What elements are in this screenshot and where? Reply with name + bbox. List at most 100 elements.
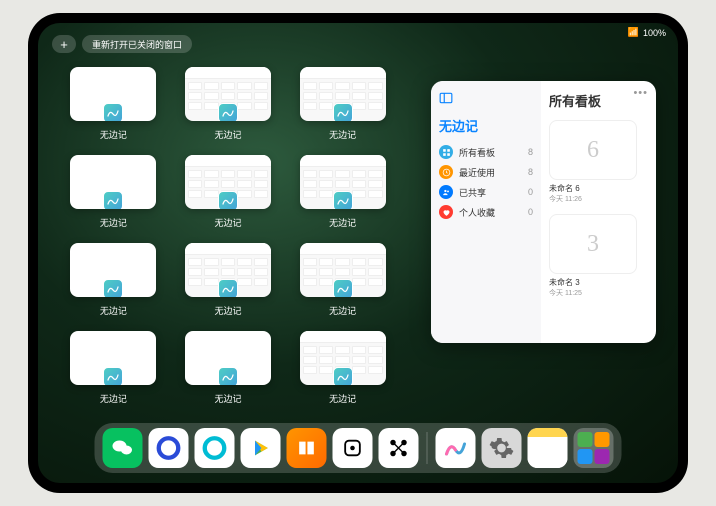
reopen-closed-window-button[interactable]: 重新打开已关闭的窗口 [82, 35, 192, 53]
window-label: 无边记 [100, 216, 127, 229]
clock-icon [439, 165, 453, 179]
window-label: 无边记 [214, 392, 241, 405]
sidebar-toggle-icon[interactable] [439, 91, 453, 105]
sidebar-item-label: 最近使用 [459, 166, 495, 179]
heart-icon [439, 205, 453, 219]
sidebar-item-grid[interactable]: 所有看板 8 [439, 145, 533, 159]
window-label: 无边记 [100, 128, 127, 141]
window-label: 无边记 [100, 304, 127, 317]
sidebar-item-count: 0 [528, 187, 533, 197]
freeform-app-icon [103, 191, 123, 209]
window-label: 无边记 [214, 216, 241, 229]
freeform-sidebar: 无边记 所有看板 8 最近使用 8 已共享0 个人收藏 0 [431, 81, 541, 343]
window-thumbnail[interactable]: 无边记 [297, 67, 388, 141]
board-thumbnail: 3 [549, 214, 637, 274]
window-thumbnail[interactable]: 无边记 [183, 155, 274, 229]
window-thumbnail[interactable]: 无边记 [297, 243, 388, 317]
more-icon[interactable]: ••• [633, 87, 648, 99]
dock [95, 423, 622, 473]
dock-app-play[interactable] [241, 428, 281, 468]
sidebar-item-label: 所有看板 [459, 146, 495, 159]
window-preview [70, 155, 156, 209]
screen: 📶 100% + 重新打开已关闭的窗口 无边记无边记无边记无边记无边记无边记无边… [38, 23, 678, 483]
freeform-app-icon [103, 103, 123, 121]
window-thumbnail[interactable]: 无边记 [297, 331, 388, 405]
dock-app-dice[interactable] [333, 428, 373, 468]
window-preview [300, 155, 386, 209]
sidebar-item-count: 8 [528, 167, 533, 177]
dock-app-wechat[interactable] [103, 428, 143, 468]
dock-recent-freeform[interactable] [436, 428, 476, 468]
add-button[interactable]: + [52, 35, 76, 53]
dock-app-quark-hd[interactable] [149, 428, 189, 468]
freeform-window[interactable]: 无边记 所有看板8最近使用8已共享0个人收藏0 ••• 所有看板 6未命名 6今… [431, 81, 656, 343]
freeform-app-icon [218, 191, 238, 209]
window-thumbnail[interactable]: 无边记 [68, 243, 159, 317]
window-thumbnail[interactable]: 无边记 [68, 331, 159, 405]
window-preview [300, 67, 386, 121]
people-icon [439, 185, 453, 199]
window-thumbnail[interactable]: 无边记 [183, 243, 274, 317]
window-preview [185, 155, 271, 209]
window-label: 无边记 [329, 304, 356, 317]
reopen-label: 重新打开已关闭的窗口 [92, 38, 182, 51]
dock-separator [427, 432, 428, 464]
window-preview [70, 331, 156, 385]
dock-app-books[interactable] [287, 428, 327, 468]
sidebar-item-count: 8 [528, 147, 533, 157]
board-timestamp: 今天 11:26 [549, 194, 648, 204]
board-item[interactable]: 6未命名 6今天 11:26 [549, 120, 648, 204]
freeform-app-icon [218, 279, 238, 297]
sidebar-title: 无边记 [439, 116, 533, 135]
plus-icon: + [60, 37, 68, 52]
battery-label: 100% [643, 28, 666, 38]
dock-recent-notes[interactable] [528, 428, 568, 468]
sidebar-item-clock[interactable]: 最近使用 8 [439, 165, 533, 179]
window-label: 无边记 [100, 392, 127, 405]
freeform-app-icon [333, 367, 353, 385]
sidebar-item-label: 个人收藏 [459, 206, 495, 219]
window-preview [300, 243, 386, 297]
ipad-frame: 📶 100% + 重新打开已关闭的窗口 无边记无边记无边记无边记无边记无边记无边… [28, 13, 688, 493]
sidebar-item-count: 0 [528, 207, 533, 217]
freeform-app-icon [333, 103, 353, 121]
window-label: 无边记 [329, 392, 356, 405]
boards-list: 6未命名 6今天 11:263未命名 3今天 11:25 [549, 120, 648, 298]
freeform-app-icon [103, 367, 123, 385]
window-thumbnail[interactable]: 无边记 [183, 331, 274, 405]
window-thumbnail[interactable]: 无边记 [183, 67, 274, 141]
freeform-app-icon [333, 279, 353, 297]
window-label: 无边记 [329, 128, 356, 141]
freeform-app-icon [333, 191, 353, 209]
dock-app-quark[interactable] [195, 428, 235, 468]
window-preview [300, 331, 386, 385]
window-preview [185, 67, 271, 121]
top-controls: + 重新打开已关闭的窗口 [52, 35, 192, 53]
dock-recent-settings[interactable] [482, 428, 522, 468]
window-thumbnail[interactable]: 无边记 [68, 67, 159, 141]
boards-pane: ••• 所有看板 6未命名 6今天 11:263未命名 3今天 11:25 [541, 81, 656, 343]
freeform-app-icon [218, 367, 238, 385]
window-thumbnail[interactable]: 无边记 [68, 155, 159, 229]
window-label: 无边记 [214, 128, 241, 141]
board-item[interactable]: 3 未命名 3今天 11:25 [549, 214, 648, 298]
board-timestamp: 今天 11:25 [549, 288, 648, 298]
freeform-app-icon [218, 103, 238, 121]
dock-app-connect[interactable] [379, 428, 419, 468]
sidebar-item-heart[interactable]: 个人收藏 0 [439, 205, 533, 219]
sidebar-item-people[interactable]: 已共享0 [439, 185, 533, 199]
window-label: 无边记 [214, 304, 241, 317]
board-thumbnail: 6 [549, 120, 637, 180]
window-preview [70, 243, 156, 297]
dock-app-library[interactable] [574, 428, 614, 468]
board-label: 未命名 3 [549, 277, 648, 288]
signal-icon: 📶 [628, 27, 639, 38]
window-preview [185, 331, 271, 385]
freeform-app-icon [103, 279, 123, 297]
status-bar: 📶 100% [628, 27, 666, 38]
window-label: 无边记 [329, 216, 356, 229]
window-thumbnail[interactable]: 无边记 [297, 155, 388, 229]
sidebar-list: 所有看板 8 最近使用 8 已共享0 个人收藏 0 [439, 145, 533, 219]
app-switcher-grid: 无边记无边记无边记无边记无边记无边记无边记无边记无边记无边记无边记无边记 [68, 67, 388, 405]
window-preview [185, 243, 271, 297]
